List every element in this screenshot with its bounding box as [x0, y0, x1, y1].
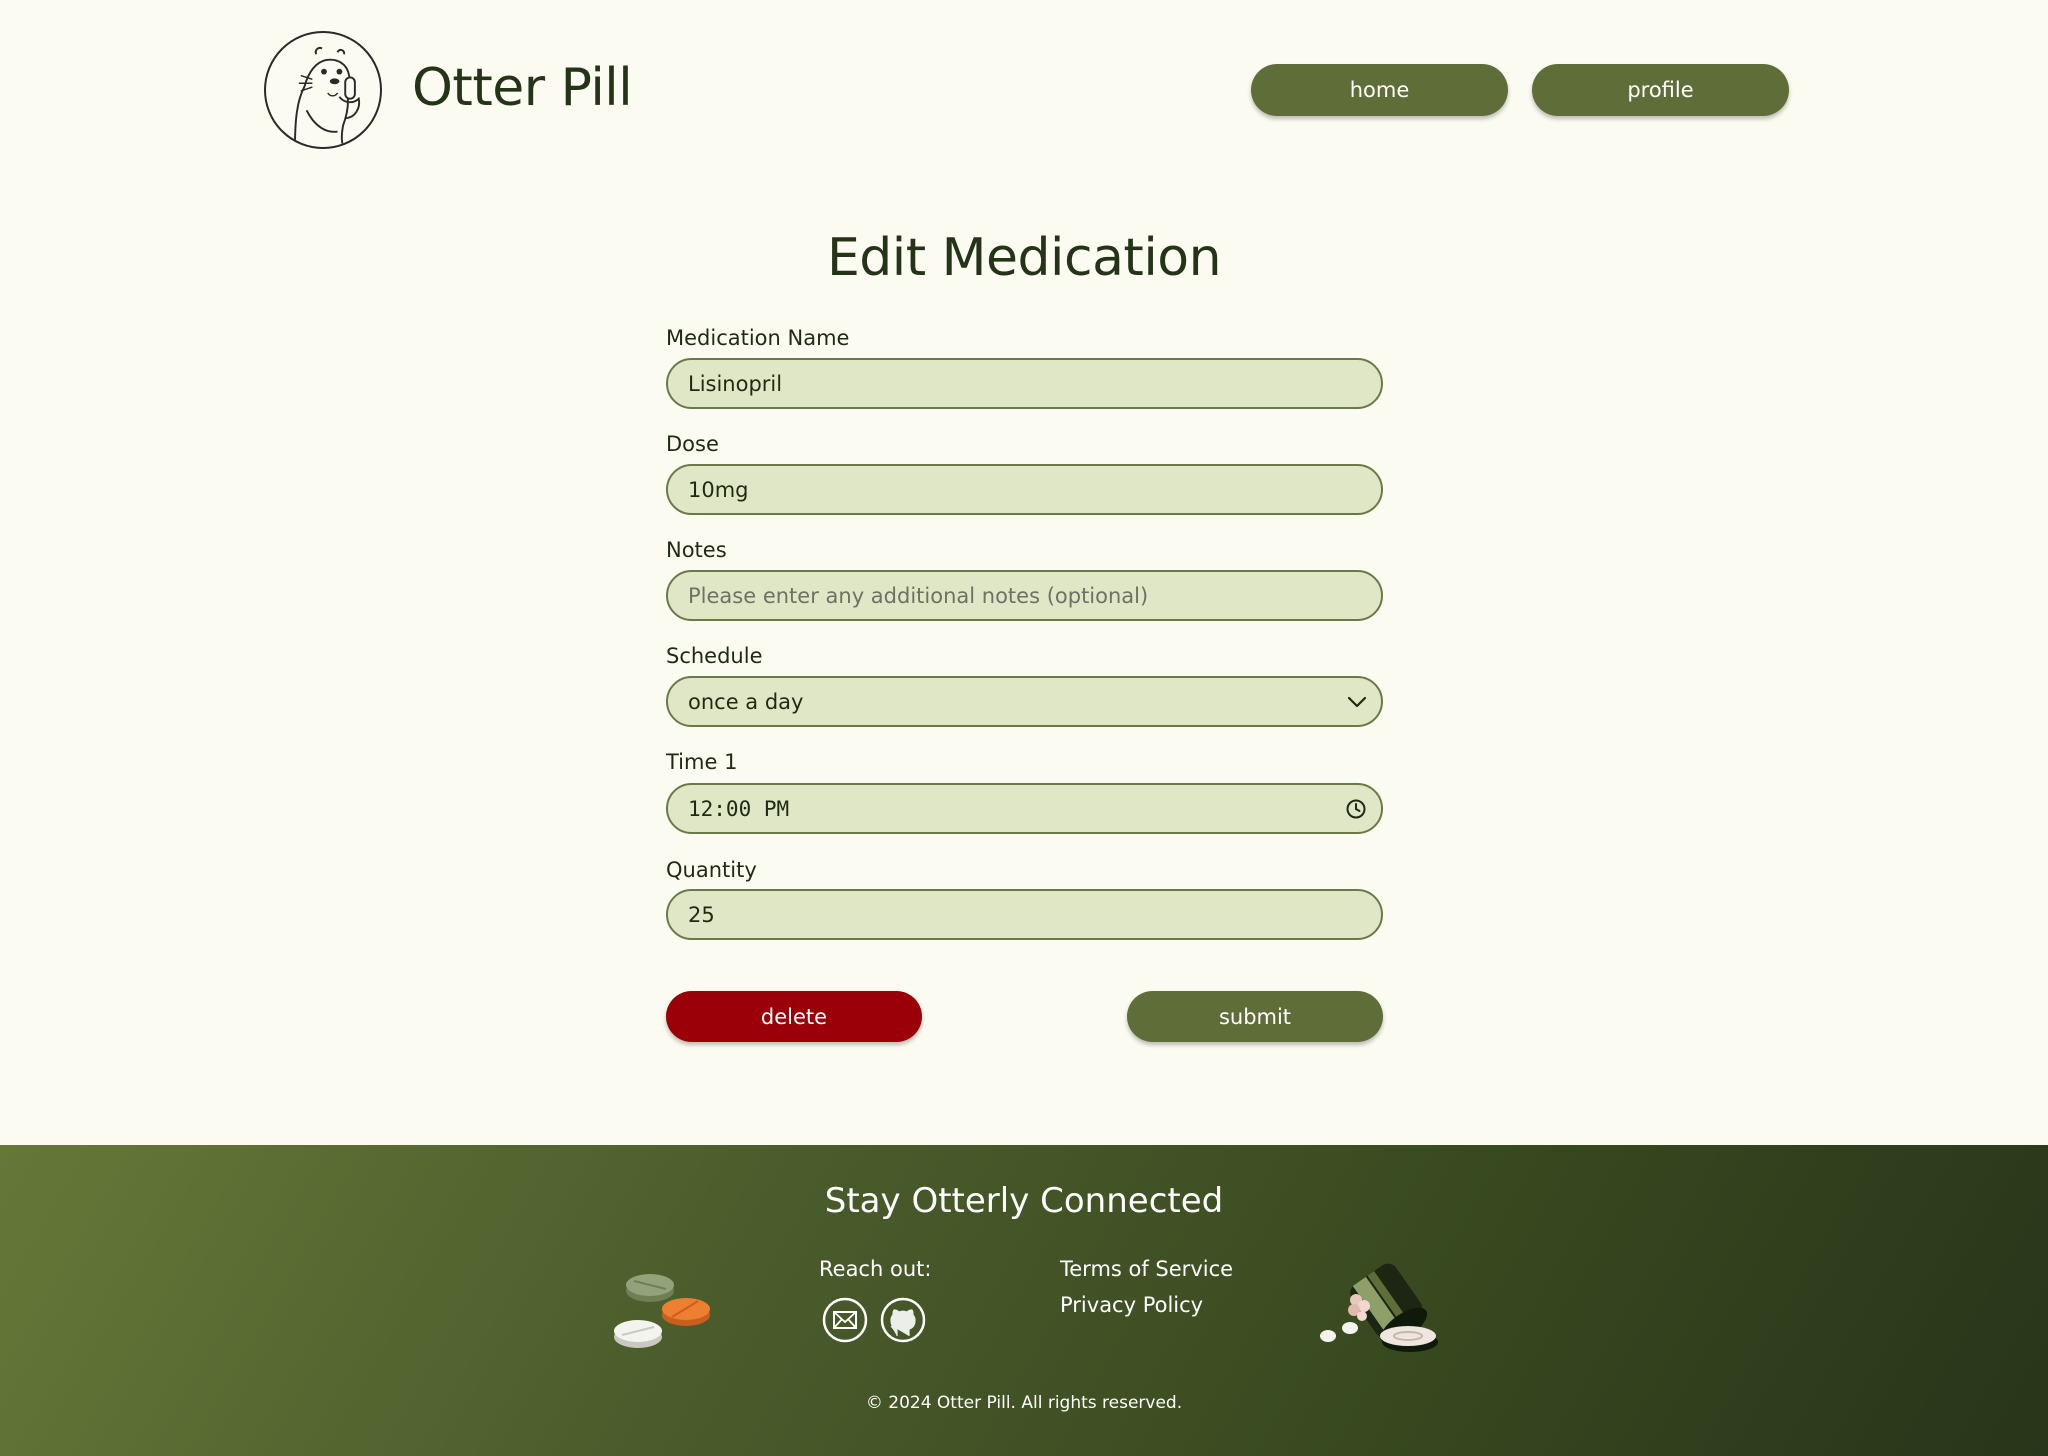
submit-button[interactable]: submit — [1127, 991, 1383, 1042]
time1-field[interactable]: 12:00 PM — [666, 783, 1383, 834]
nav-home-button[interactable]: home — [1251, 64, 1508, 116]
site-header: Otter Pill home profile — [0, 0, 2048, 180]
quantity-label: Quantity — [666, 858, 757, 882]
delete-button[interactable]: delete — [666, 991, 922, 1042]
page-title: Edit Medication — [826, 228, 1222, 288]
dose-value: 10mg — [688, 477, 749, 502]
schedule-label: Schedule — [666, 644, 763, 668]
otter-logo-icon[interactable] — [264, 31, 382, 149]
quantity-value: 25 — [688, 902, 715, 927]
notes-label: Notes — [666, 538, 727, 562]
schedule-value: once a day — [688, 689, 804, 714]
github-icon[interactable] — [880, 1297, 926, 1343]
time1-label: Time 1 — [666, 750, 738, 774]
medication-name-value: Lisinopril — [688, 371, 783, 396]
nav-profile-button[interactable]: profile — [1532, 64, 1789, 116]
brand-name: Otter Pill — [412, 58, 633, 118]
dose-label: Dose — [666, 432, 719, 456]
medication-name-field[interactable]: Lisinopril — [666, 358, 1383, 409]
footer-title: Stay Otterly Connected — [824, 1181, 1224, 1221]
reach-out-label: Reach out: — [819, 1257, 932, 1281]
quantity-field[interactable]: 25 — [666, 889, 1383, 940]
site-footer: Stay Otterly Connected Reach out: Terms … — [0, 1145, 2048, 1456]
notes-placeholder: Please enter any additional notes (optio… — [688, 583, 1149, 608]
medication-name-label: Medication Name — [666, 326, 850, 350]
terms-of-service-link[interactable]: Terms of Service — [1060, 1257, 1233, 1281]
pills-illustration-icon — [612, 1265, 716, 1361]
clock-icon[interactable] — [1345, 798, 1367, 820]
dose-field[interactable]: 10mg — [666, 464, 1383, 515]
pill-bottle-illustration-icon — [1318, 1248, 1448, 1360]
schedule-select[interactable]: once a day — [666, 676, 1383, 727]
chevron-down-icon[interactable] — [1347, 696, 1367, 708]
notes-field[interactable]: Please enter any additional notes (optio… — [666, 570, 1383, 621]
privacy-policy-link[interactable]: Privacy Policy — [1060, 1293, 1203, 1317]
page: Otter Pill home profile Edit Medication … — [0, 0, 2048, 1456]
mail-icon[interactable] — [822, 1297, 868, 1343]
time1-value: 12:00 PM — [688, 796, 790, 821]
copyright-text: © 2024 Otter Pill. All rights reserved. — [865, 1393, 1183, 1413]
